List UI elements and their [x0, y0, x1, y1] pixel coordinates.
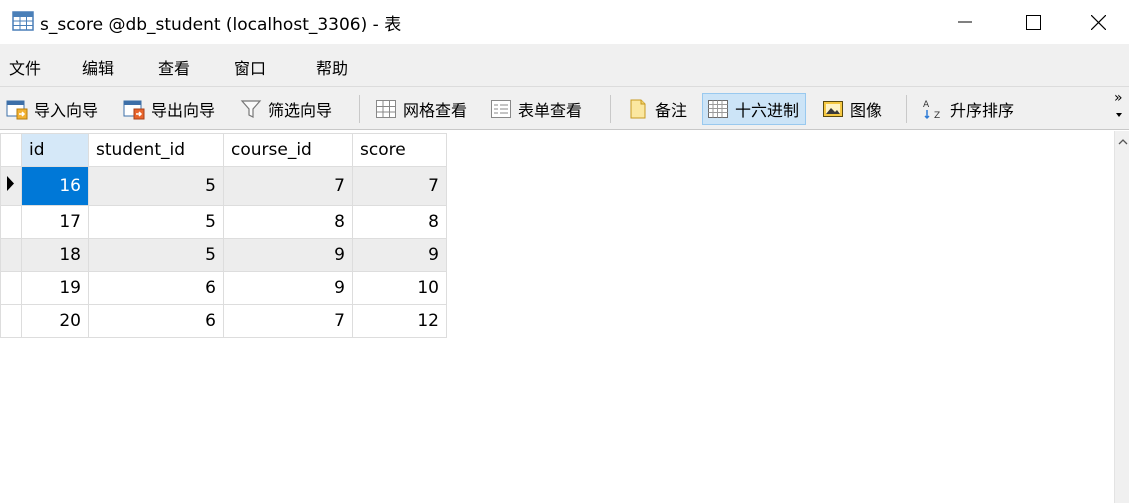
- import-icon: [6, 100, 28, 120]
- vertical-scrollbar[interactable]: [1114, 131, 1129, 503]
- sort-ascending-icon: A Z: [923, 100, 940, 120]
- table-row[interactable]: 19 6 9 10: [0, 271, 447, 305]
- hex-icon: [708, 100, 728, 118]
- close-button[interactable]: [1068, 0, 1129, 44]
- row-header[interactable]: [0, 271, 22, 305]
- cell-student-id[interactable]: 6: [88, 304, 224, 338]
- filter-wizard-button[interactable]: 筛选向导: [240, 93, 332, 125]
- cell-course-id[interactable]: 7: [223, 166, 353, 206]
- close-icon: [1091, 14, 1106, 30]
- cell-id[interactable]: 17: [21, 205, 89, 239]
- toolbar-more-label: »: [1114, 90, 1123, 106]
- table-icon: [12, 11, 34, 31]
- memo-label: 备注: [655, 101, 688, 120]
- grid-icon: [376, 100, 396, 118]
- toolbar-separator: [906, 95, 907, 123]
- cell-student-id[interactable]: 5: [88, 166, 224, 206]
- import-wizard-button[interactable]: 导入向导: [6, 93, 98, 125]
- export-wizard-label: 导出向导: [151, 101, 216, 120]
- cell-id[interactable]: 18: [21, 238, 89, 272]
- import-wizard-label: 导入向导: [34, 101, 99, 120]
- svg-text:Z: Z: [934, 111, 940, 120]
- cell-course-id[interactable]: 9: [223, 238, 353, 272]
- filter-icon: [240, 100, 262, 118]
- export-icon: [123, 100, 145, 120]
- table-row[interactable]: 16 5 7 7: [0, 166, 447, 206]
- image-label: 图像: [850, 101, 883, 120]
- cell-course-id[interactable]: 7: [223, 304, 353, 338]
- minimize-button[interactable]: [931, 0, 999, 44]
- maximize-button[interactable]: [999, 0, 1067, 44]
- menu-bar: 文件 编辑 查看 窗口 帮助: [0, 44, 1129, 86]
- header-row: id student_id course_id score: [0, 133, 447, 167]
- minimize-icon: [958, 21, 972, 23]
- grid-view-label: 网格查看: [403, 101, 468, 120]
- cell-score[interactable]: 8: [352, 205, 447, 239]
- chevron-up-icon: [1118, 139, 1127, 145]
- toolbar-separator: [359, 95, 360, 123]
- title-bar: s_score @db_student (localhost_3306) - 表: [0, 0, 1129, 44]
- row-header[interactable]: [0, 205, 22, 239]
- form-view-button[interactable]: 表单查看: [490, 93, 582, 125]
- cell-score[interactable]: 9: [352, 238, 447, 272]
- image-button[interactable]: 图像: [822, 93, 882, 125]
- filter-wizard-label: 筛选向导: [268, 101, 333, 120]
- menu-file[interactable]: 文件: [9, 55, 41, 79]
- table-row[interactable]: 18 5 9 9: [0, 238, 447, 272]
- sort-asc-button[interactable]: A Z 升序排序: [922, 93, 1014, 125]
- cell-course-id[interactable]: 9: [223, 271, 353, 305]
- column-header-score[interactable]: score: [352, 133, 447, 167]
- cell-student-id[interactable]: 6: [88, 271, 224, 305]
- table-row[interactable]: 20 6 7 12: [0, 304, 447, 338]
- menu-help[interactable]: 帮助: [316, 55, 348, 79]
- menu-edit[interactable]: 编辑: [82, 55, 114, 79]
- cell-id[interactable]: 20: [21, 304, 89, 338]
- row-header[interactable]: [0, 238, 22, 272]
- cell-score[interactable]: 7: [352, 166, 447, 206]
- form-icon: [491, 100, 511, 118]
- form-view-label: 表单查看: [518, 101, 583, 120]
- row-header[interactable]: [0, 304, 22, 338]
- row-header-corner: [0, 133, 22, 167]
- cell-student-id[interactable]: 5: [88, 205, 224, 239]
- scroll-up-button[interactable]: [1115, 135, 1129, 149]
- menu-window[interactable]: 窗口: [234, 55, 266, 79]
- sort-asc-label: 升序排序: [950, 101, 1015, 120]
- menu-view[interactable]: 查看: [158, 55, 190, 79]
- column-header-id[interactable]: id: [21, 133, 89, 167]
- memo-icon: [630, 99, 646, 119]
- export-wizard-button[interactable]: 导出向导: [123, 93, 215, 125]
- row-header[interactable]: [0, 166, 22, 206]
- toolbar-overflow-button[interactable]: »: [1114, 91, 1124, 122]
- cell-score[interactable]: 12: [352, 304, 447, 338]
- cell-id[interactable]: 16: [21, 166, 89, 206]
- column-header-student-id[interactable]: student_id: [88, 133, 224, 167]
- data-table: id student_id course_id score 16 5 7 7 1…: [0, 133, 447, 338]
- hex-button[interactable]: 十六进制: [702, 93, 807, 125]
- toolbar-separator: [610, 95, 611, 123]
- memo-button[interactable]: 备注: [627, 93, 687, 125]
- window-title: s_score @db_student (localhost_3306) - 表: [40, 15, 402, 35]
- table-row[interactable]: 17 5 8 8: [0, 205, 447, 239]
- maximize-icon: [1025, 14, 1041, 30]
- grid-view-button[interactable]: 网格查看: [375, 93, 467, 125]
- hex-label: 十六进制: [735, 101, 800, 120]
- cell-course-id[interactable]: 8: [223, 205, 353, 239]
- cell-score[interactable]: 10: [352, 271, 447, 305]
- current-row-arrow-icon: [7, 176, 14, 191]
- chevron-down-icon: [1116, 113, 1122, 117]
- data-grid: id student_id course_id score 16 5 7 7 1…: [0, 131, 1114, 503]
- svg-text:A: A: [923, 100, 930, 110]
- cell-id[interactable]: 19: [21, 271, 89, 305]
- cell-student-id[interactable]: 5: [88, 238, 224, 272]
- column-header-course-id[interactable]: course_id: [223, 133, 353, 167]
- image-icon: [823, 101, 843, 117]
- toolbar: 导入向导 导出向导 筛选向导 网格查看 表单查看 备注 十六进制 图像 A Z …: [0, 86, 1129, 130]
